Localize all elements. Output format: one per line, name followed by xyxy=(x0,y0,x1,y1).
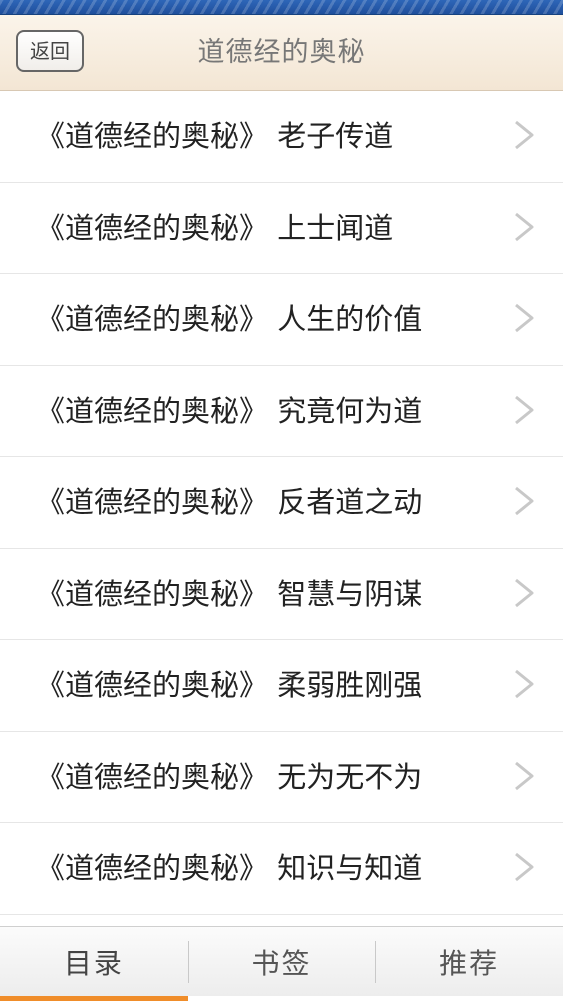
list-item[interactable]: 《道德经的奥秘》 老子传道 xyxy=(0,91,563,183)
list-item-label: 《道德经的奥秘》 反者道之动 xyxy=(36,485,423,519)
list-item[interactable]: 《道德经的奥秘》 究竟何为道 xyxy=(0,365,563,457)
tab-indicator xyxy=(187,996,376,1001)
list-item[interactable]: 《道德经的奥秘》 柔弱胜刚强 xyxy=(0,640,563,732)
tab-bookmarks[interactable]: 书签 xyxy=(187,927,376,1001)
chevron-right-icon xyxy=(515,212,534,241)
list-item[interactable]: 《道德经的奥秘》 人生的价值 xyxy=(0,274,563,366)
tab-bookmarks-label: 书签 xyxy=(251,947,312,980)
header-bar: 返回 道德经的奥秘 xyxy=(0,15,563,91)
active-tab-indicator xyxy=(0,996,188,1001)
page-title: 道德经的奥秘 xyxy=(197,37,366,68)
back-button[interactable]: 返回 xyxy=(16,30,84,72)
chevron-right-icon xyxy=(515,395,534,424)
list-item-label: 《道德经的奥秘》 无为无不为 xyxy=(36,759,423,794)
list-item-label: 《道德经的奥秘》 上士闻道 xyxy=(36,210,394,245)
tab-recommend[interactable]: 推荐 xyxy=(375,927,563,1001)
bottom-tab-bar: 目录 书签 推荐 xyxy=(0,926,563,1001)
tab-contents-label: 目录 xyxy=(63,947,124,980)
list-item[interactable]: 《道德经的奥秘》 反者道之动 xyxy=(0,457,563,549)
chevron-right-icon xyxy=(515,120,534,150)
chevron-right-icon xyxy=(515,852,534,882)
list-item-label: 《道德经的奥秘》 智慧与阴谋 xyxy=(36,576,423,611)
tab-contents[interactable]: 目录 xyxy=(0,927,188,1001)
chapter-list: 《道德经的奥秘》 老子传道 《道德经的奥秘》 上士闻道 《道德经的奥秘》 人生的… xyxy=(0,91,563,927)
tab-indicator xyxy=(375,996,563,1001)
list-item[interactable]: 《道德经的奥秘》 上士闻道 xyxy=(0,182,563,274)
list-item-label: 《道德经的奥秘》 柔弱胜刚强 xyxy=(36,668,423,702)
chevron-right-icon xyxy=(515,303,534,333)
chevron-right-icon xyxy=(515,669,534,699)
tab-recommend-label: 推荐 xyxy=(439,947,500,980)
chevron-right-icon xyxy=(515,486,534,516)
list-item-label: 《道德经的奥秘》 老子传道 xyxy=(36,119,394,153)
list-item-label: 《道德经的奥秘》 人生的价值 xyxy=(36,302,423,336)
list-item-label: 《道德经的奥秘》 知识与知道 xyxy=(36,851,423,885)
list-item-label: 《道德经的奥秘》 究竟何为道 xyxy=(36,393,423,428)
list-item[interactable]: 《道德经的奥秘》 无为无不为 xyxy=(0,731,563,823)
decorative-top-band xyxy=(0,0,563,15)
chevron-right-icon xyxy=(515,761,534,790)
list-item[interactable]: 《道德经的奥秘》 智慧与阴谋 xyxy=(0,548,563,640)
chevron-right-icon xyxy=(515,578,534,607)
list-item[interactable]: 《道德经的奥秘》 知识与知道 xyxy=(0,823,563,915)
